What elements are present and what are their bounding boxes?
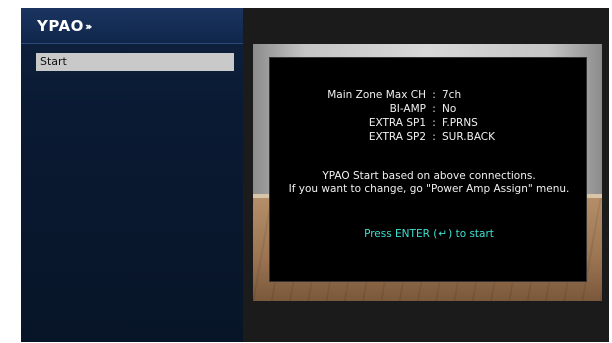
connection-row: Main Zone Max CH : 7ch (270, 88, 588, 102)
connection-row: BI-AMP : No (270, 102, 588, 116)
connection-list: Main Zone Max CH : 7ch BI-AMP : No EXTRA… (270, 88, 588, 144)
sidebar-item-start[interactable]: Start (36, 53, 234, 71)
logo-text: YPAO (37, 17, 84, 35)
separator: : (432, 131, 436, 143)
connection-value: 7ch (442, 89, 462, 101)
connection-row: EXTRA SP1 : F.PRNS (270, 116, 588, 130)
connection-row: EXTRA SP2 : SUR.BACK (270, 130, 588, 144)
connection-value: SUR.BACK (442, 131, 496, 143)
enter-icon: ↵ (438, 228, 448, 240)
connection-value: No (442, 103, 457, 115)
start-prompt: Press ENTER (↵) to start (270, 228, 588, 240)
main-panel: Main Zone Max CH : 7ch BI-AMP : No EXTRA… (243, 8, 609, 342)
info-line-1: YPAO Start based on above connections. (322, 170, 536, 182)
separator: : (432, 89, 436, 101)
connection-label: Main Zone Max CH (327, 89, 426, 101)
separator: : (432, 103, 436, 115)
ypao-screen: YPAO››› Start Main Zone Max CH : 7ch BI-… (21, 8, 609, 342)
prompt-prefix: Press ENTER ( (364, 228, 438, 240)
sidebar-item-label: Start (40, 55, 67, 68)
ypao-dialog: Main Zone Max CH : 7ch BI-AMP : No EXTRA… (269, 57, 587, 282)
connection-label: EXTRA SP2 (368, 131, 426, 143)
connection-label: EXTRA SP1 (368, 117, 426, 129)
separator: : (432, 117, 436, 129)
info-message: YPAO Start based on above connections. I… (270, 170, 588, 196)
sound-waves-icon: ››› (84, 20, 92, 33)
prompt-suffix: ) to start (448, 228, 494, 240)
connection-value: F.PRNS (442, 117, 478, 129)
logo-bar: YPAO››› (21, 8, 243, 44)
sidebar: YPAO››› Start (21, 8, 243, 342)
connection-label: BI-AMP (389, 103, 426, 115)
info-line-2: If you want to change, go "Power Amp Ass… (288, 183, 570, 195)
room-background: Main Zone Max CH : 7ch BI-AMP : No EXTRA… (253, 44, 602, 301)
ypao-logo: YPAO››› (37, 17, 92, 35)
